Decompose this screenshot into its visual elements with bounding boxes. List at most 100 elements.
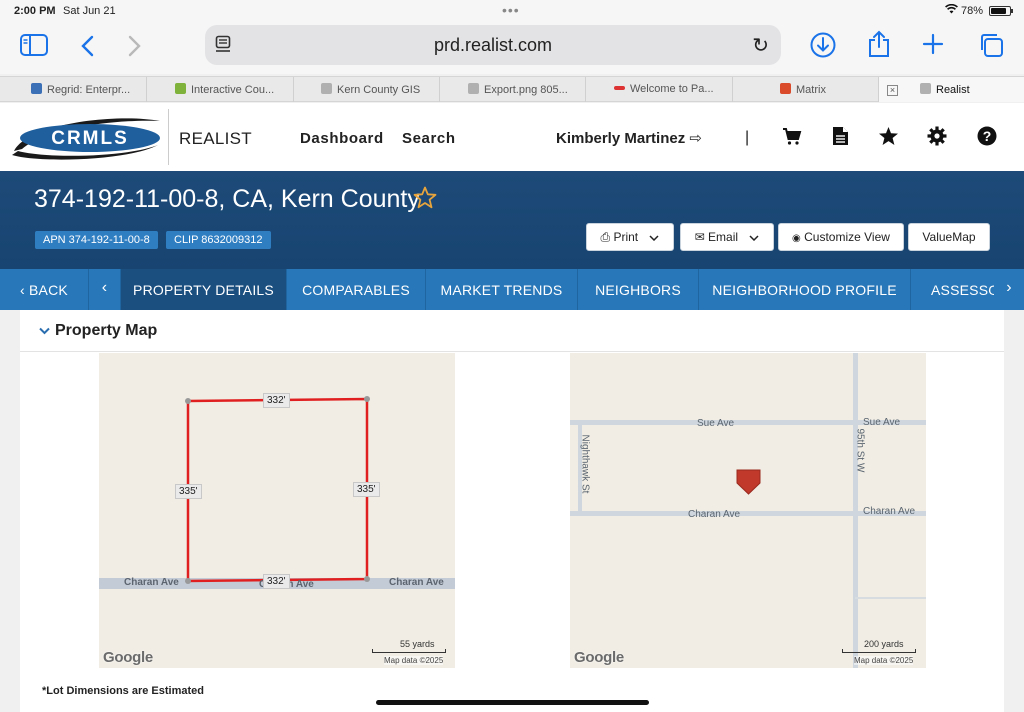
tab-label: Regrid: Enterpr... — [47, 84, 131, 96]
battery-percent: 78% — [961, 5, 984, 17]
logout-icon[interactable]: ⇨ — [689, 130, 702, 147]
lot-dimension-map[interactable]: Charan Ave Charan Ave Charan Ave 332' 33… — [99, 353, 455, 668]
k-favicon-icon — [175, 83, 186, 94]
sidebar-icon[interactable] — [20, 34, 48, 60]
tab-matrix[interactable]: Matrix — [733, 77, 879, 102]
tab-regrid[interactable]: Regrid: Enterpr... — [0, 77, 147, 102]
back-tab[interactable]: ‹ BACK — [0, 269, 89, 310]
tab-label: Matrix — [796, 84, 826, 96]
settings-gear-icon[interactable] — [927, 126, 947, 152]
tab-realist[interactable]: × Realist — [879, 77, 1024, 102]
document-icon[interactable] — [832, 126, 849, 152]
wifi-icon — [945, 3, 958, 17]
google-logo: Google — [103, 649, 153, 666]
tab-welcome[interactable]: Welcome to Pa... — [586, 77, 733, 102]
tab-market-trends[interactable]: MARKET TRENDS — [426, 269, 578, 310]
customize-label: Customize View — [804, 230, 890, 244]
tab-label: Interactive Cou... — [191, 84, 275, 96]
section-title: Property Map — [55, 322, 158, 339]
lot-dimensions-note: *Lot Dimensions are Estimated — [42, 685, 204, 697]
share-icon[interactable] — [867, 30, 891, 62]
chevron-left-icon: ‹ — [101, 279, 108, 296]
collapse-chevron-icon[interactable] — [39, 324, 50, 338]
chevron-left-icon: ‹ — [20, 282, 25, 298]
crmls-logo[interactable]: CRMLS — [8, 111, 164, 163]
download-icon[interactable] — [810, 32, 836, 62]
favorites-star-icon[interactable] — [878, 126, 899, 152]
matrix-favicon-icon — [780, 83, 791, 94]
street-label: Charan Ave — [389, 577, 444, 588]
paragon-favicon-icon — [614, 86, 625, 90]
tab-export-png[interactable]: Export.png 805... — [440, 77, 586, 102]
reload-icon[interactable]: ↻ — [752, 33, 769, 58]
tab-property-details[interactable]: PROPERTY DETAILS — [121, 269, 287, 310]
tab-interactive-county[interactable]: Interactive Cou... — [147, 77, 294, 102]
email-button[interactable]: ✉ Email — [680, 223, 774, 251]
url-text: prd.realist.com — [433, 35, 553, 55]
tabs-overview-icon[interactable] — [978, 32, 1004, 62]
property-banner: 374-192-11-00-8, CA, Kern County APN 374… — [0, 171, 1024, 269]
chevron-right-icon: › — [1006, 279, 1012, 296]
scale-label: 55 yards — [400, 639, 435, 649]
map-attribution: Map data ©2025 — [384, 656, 444, 665]
status-date: Sat Jun 21 — [63, 5, 116, 17]
printer-icon: ⎙ — [600, 230, 611, 244]
property-nav-tabs: ‹ BACK ‹ PROPERTY DETAILS COMPARABLES MA… — [0, 269, 1024, 310]
map-attribution: Map data ©2025 — [854, 656, 914, 665]
brand-name: REALIST — [179, 129, 252, 148]
tab-label: Kern County GIS — [337, 84, 421, 96]
add-favorite-star-icon[interactable] — [413, 186, 437, 216]
street-label: Nighthawk St — [579, 434, 591, 494]
scale-bar — [372, 649, 446, 653]
tab-neighborhood-profile[interactable]: NEIGHBORHOOD PROFILE — [699, 269, 911, 310]
browser-tab-bar: Regrid: Enterpr... Interactive Cou... Ke… — [0, 76, 1024, 102]
status-bar: 2:00 PM Sat Jun 21 ••• 78% — [0, 0, 1024, 22]
valuemap-button[interactable]: ValueMap — [908, 223, 990, 251]
property-map-header[interactable]: Property Map — [20, 310, 1004, 352]
r-favicon-icon — [920, 83, 931, 94]
tab-comparables[interactable]: COMPARABLES — [287, 269, 426, 310]
battery-icon — [989, 6, 1013, 16]
help-icon[interactable]: ? — [977, 126, 997, 152]
site-header: CRMLS REALIST Dashboard Search Kimberly … — [0, 103, 1024, 171]
user-menu[interactable]: Kimberly Martinez ⇨ — [556, 129, 702, 147]
google-logo: Google — [574, 649, 624, 666]
clip-badge: CLIP 8632009312 — [166, 231, 271, 249]
customize-view-button[interactable]: ◉ Customize View — [778, 223, 904, 251]
user-name: Kimberly Martinez — [556, 130, 686, 147]
dimension-top: 332' — [263, 393, 290, 408]
tab-label: Welcome to Pa... — [630, 83, 714, 95]
street-label: Charan Ave — [863, 506, 916, 517]
address-bar[interactable]: prd.realist.com ↻ — [205, 25, 781, 65]
forward-arrow-icon[interactable] — [128, 35, 142, 61]
tab-label: Export.png 805... — [484, 84, 568, 96]
print-label: Print — [613, 230, 639, 244]
tab-kern-gis[interactable]: Kern County GIS — [294, 77, 440, 102]
svg-text:?: ? — [983, 128, 992, 144]
nav-search[interactable]: Search — [402, 130, 456, 147]
tab-neighbors[interactable]: NEIGHBORS — [578, 269, 699, 310]
scale-bar — [842, 649, 916, 653]
valuemap-label: ValueMap — [922, 230, 976, 244]
home-indicator[interactable] — [376, 700, 649, 705]
cart-icon[interactable] — [782, 126, 802, 152]
multitask-dots-icon[interactable]: ••• — [502, 2, 520, 18]
apn-badge: APN 374-192-11-00-8 — [35, 231, 158, 249]
back-arrow-icon[interactable] — [80, 35, 94, 61]
nav-dashboard[interactable]: Dashboard — [300, 130, 384, 147]
print-button[interactable]: ⎙ Print — [586, 223, 674, 251]
scroll-tabs-left-button[interactable]: ‹ — [89, 269, 121, 310]
street-label: Sue Ave — [697, 418, 735, 429]
chevron-down-icon — [749, 230, 759, 244]
location-marker-icon[interactable] — [737, 470, 760, 494]
back-label: BACK — [29, 282, 68, 298]
street-label: Charan Ave — [688, 509, 741, 520]
location-map[interactable]: Sue Ave Sue Ave Charan Ave Charan Ave Ni… — [570, 353, 926, 668]
tab-assessor[interactable]: ASSESSOR — [911, 269, 998, 310]
dimension-bottom: 332' — [263, 574, 290, 589]
close-tab-icon[interactable]: × — [887, 85, 898, 96]
scale-label: 200 yards — [864, 639, 904, 649]
scroll-tabs-right-button[interactable]: › — [994, 269, 1024, 310]
logo-text: CRMLS — [51, 128, 129, 149]
new-tab-plus-icon[interactable] — [922, 33, 944, 59]
